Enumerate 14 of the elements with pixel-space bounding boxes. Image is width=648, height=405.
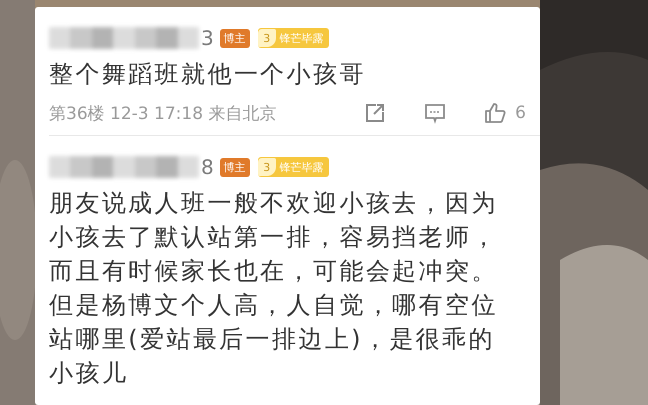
username-end: 3 [201, 26, 214, 50]
comment-text: 整个舞蹈班就他一个小孩哥 [49, 59, 367, 90]
role-badge: 博主 [220, 158, 250, 176]
level-number: 3 [258, 29, 276, 47]
role-badge: 博主 [220, 28, 250, 48]
comment-meta: 第36楼 12-3 17:18 来自北京 [49, 102, 276, 124]
username-end: 8 [201, 155, 214, 179]
comment-icon[interactable] [423, 101, 448, 125]
thumbs-up-icon[interactable] [483, 101, 508, 125]
like-count: 6 [515, 103, 526, 123]
comment-text: 朋友说成人班一般不欢迎小孩去，因为小孩去了默认站第一排，容易挡老师，而且有时候家长也在，可能会起冲突。但是杨博文个人高，人自觉，哪有空位站哪里(爱站最后一排边上)，是很乖的小孩儿 [49, 188, 499, 389]
level-title: 锋芒毕露 [280, 30, 324, 46]
level-number: 3 [258, 158, 276, 176]
level-title: 锋芒毕露 [280, 160, 324, 174]
